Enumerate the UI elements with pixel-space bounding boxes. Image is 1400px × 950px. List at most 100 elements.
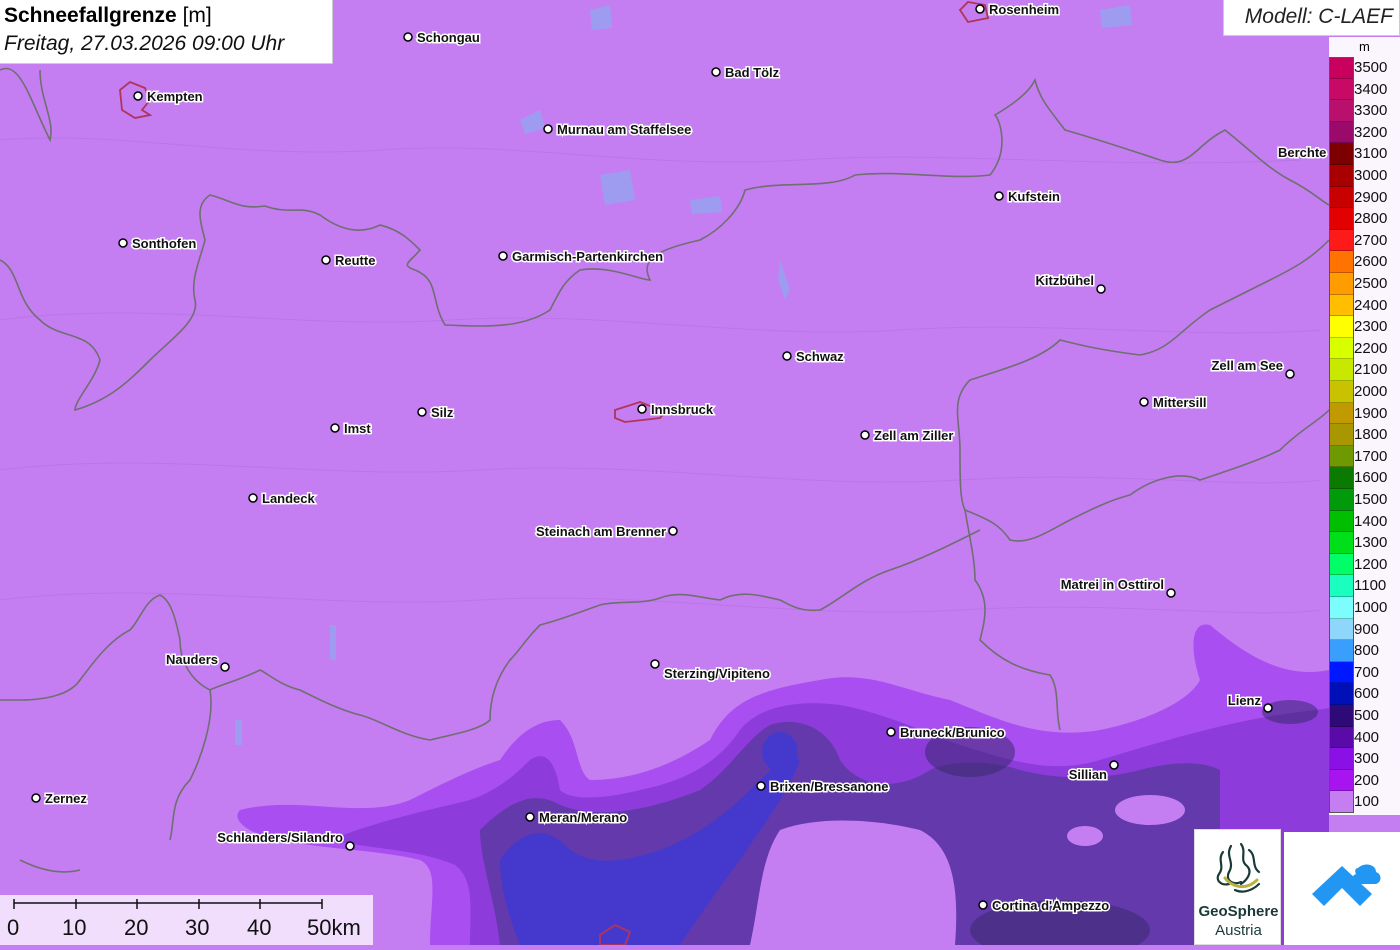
- city-cortina[interactable]: Cortina d'Ampezzo: [978, 897, 1111, 915]
- legend-swatch: [1329, 100, 1354, 122]
- geosphere-logo[interactable]: GeoSphere Austria: [1194, 829, 1281, 945]
- city-meran[interactable]: Meran/Merano: [525, 809, 629, 827]
- legend-label: 1800: [1354, 426, 1388, 444]
- legend-label: 2800: [1354, 210, 1388, 228]
- scale-label-0: 0: [7, 915, 20, 940]
- svg-text:Berchte: Berchte: [1278, 145, 1326, 160]
- svg-text:Lienz: Lienz: [1228, 693, 1262, 708]
- svg-text:Rosenheim: Rosenheim: [989, 2, 1059, 17]
- legend-label: 400: [1354, 728, 1380, 746]
- legend-label: 3100: [1354, 145, 1388, 163]
- legend-swatch: [1329, 748, 1354, 770]
- city-garmisch[interactable]: Garmisch-Partenkirchen: [498, 248, 665, 266]
- svg-text:Reutte: Reutte: [335, 253, 375, 268]
- legend-swatch: [1329, 683, 1354, 705]
- legend-label: 2700: [1354, 231, 1388, 249]
- legend-label: 2200: [1354, 339, 1388, 357]
- svg-text:Kempten: Kempten: [147, 89, 203, 104]
- scale-label-50km: 50km: [307, 915, 361, 940]
- legend-label: 300: [1354, 750, 1380, 768]
- model-panel: Modell: C-LAEF: [1223, 0, 1400, 36]
- legend-label: 1700: [1354, 447, 1388, 465]
- legend-label: 3300: [1354, 102, 1388, 120]
- app-logo[interactable]: [1284, 832, 1400, 945]
- legend-swatch: [1329, 618, 1354, 641]
- legend-swatch: [1329, 640, 1354, 662]
- city-murnau[interactable]: Murnau am Staffelsee: [543, 121, 693, 139]
- svg-text:Bruneck/Brunico: Bruneck/Brunico: [900, 725, 1005, 740]
- legend-label: 2500: [1354, 275, 1388, 292]
- svg-text:Garmisch-Partenkirchen: Garmisch-Partenkirchen: [512, 249, 663, 264]
- svg-text:Zernez: Zernez: [45, 791, 87, 806]
- legend-swatch: [1329, 273, 1354, 295]
- legend-label: 500: [1354, 707, 1380, 724]
- forecast-datetime: Freitag, 27.03.2026 09:00 Uhr: [4, 32, 285, 55]
- legend-swatch: [1329, 208, 1354, 230]
- svg-text:Imst: Imst: [344, 421, 371, 436]
- legend-swatch: [1329, 186, 1354, 209]
- legend-swatch: [1329, 143, 1354, 165]
- svg-text:Cortina d'Ampezzo: Cortina d'Ampezzo: [992, 898, 1109, 913]
- svg-text:Schongau: Schongau: [417, 30, 480, 45]
- legend-label: 2300: [1354, 318, 1388, 336]
- legend-swatch: [1329, 532, 1354, 554]
- svg-text:Sillian: Sillian: [1069, 767, 1107, 782]
- legend-swatch: [1329, 597, 1354, 619]
- svg-text:Murnau am Staffelsee: Murnau am Staffelsee: [557, 122, 691, 137]
- legend-swatch: [1329, 661, 1354, 684]
- city-bruneck[interactable]: Bruneck/Brunico: [886, 724, 1006, 742]
- scale-label-10: 10: [62, 915, 87, 940]
- title-unit: [m]: [182, 4, 212, 27]
- svg-text:Matrei in Osttirol: Matrei in Osttirol: [1061, 577, 1164, 592]
- city-zell-am-ziller[interactable]: Zell am Ziller: [860, 427, 955, 445]
- legend-swatch: [1329, 294, 1354, 317]
- legend-swatch: [1329, 229, 1354, 252]
- legend-label: 1600: [1354, 469, 1388, 487]
- legend-label: 2000: [1354, 383, 1388, 400]
- legend-swatch: [1329, 316, 1354, 338]
- legend-label: 3000: [1354, 167, 1388, 184]
- legend-label: 3400: [1354, 80, 1388, 98]
- svg-text:Schwaz: Schwaz: [796, 349, 844, 364]
- color-legend: m 3500 3400 3300 3200 3100 3000 2900 2800 2700 26…: [1329, 37, 1400, 815]
- svg-text:Mittersill: Mittersill: [1153, 395, 1206, 410]
- svg-text:Kitzbühel: Kitzbühel: [1036, 273, 1095, 288]
- geosphere-name: GeoSphere: [1198, 903, 1279, 920]
- svg-text:Sterzing/Vipiteno: Sterzing/Vipiteno: [664, 666, 770, 681]
- legend-swatch: [1329, 445, 1354, 468]
- svg-text:Silz: Silz: [431, 405, 454, 420]
- legend-swatch: [1329, 553, 1354, 576]
- legend-swatch: [1329, 402, 1354, 425]
- city-brixen[interactable]: Brixen/Bressanone: [756, 778, 890, 796]
- legend-label: 900: [1354, 620, 1380, 638]
- legend-swatch: [1329, 769, 1354, 792]
- legend-swatch: [1329, 575, 1354, 597]
- city-steinach[interactable]: Steinach am Brenner: [534, 523, 678, 541]
- legend-label: 800: [1354, 642, 1380, 660]
- legend-swatch: [1329, 424, 1354, 446]
- city-rosenheim[interactable]: Rosenheim: [975, 1, 1061, 19]
- legend-label: 1300: [1354, 534, 1388, 552]
- map-canvas[interactable]: Rosenheim Schongau Kempten Bad Tölz Murn…: [0, 0, 1400, 945]
- legend-label: 600: [1354, 685, 1380, 703]
- legend-swatch: [1329, 705, 1354, 727]
- svg-text:Kufstein: Kufstein: [1008, 189, 1060, 204]
- legend-label: 3200: [1354, 123, 1388, 141]
- legend-swatch: [1329, 359, 1354, 381]
- svg-text:Innsbruck: Innsbruck: [651, 402, 714, 417]
- map-title: Schneefallgrenze [m]: [4, 4, 212, 28]
- legend-label: 2400: [1354, 296, 1388, 314]
- legend-label: 1100: [1354, 577, 1387, 595]
- city-berchtesgaden[interactable]: Berchte: [1277, 144, 1328, 162]
- legend-swatch: [1329, 121, 1354, 144]
- legend-label: 100: [1354, 793, 1380, 811]
- legend-swatch: [1329, 791, 1354, 813]
- legend-label: 1000: [1354, 599, 1388, 616]
- legend-swatch: [1329, 57, 1354, 79]
- legend-label: 1500: [1354, 491, 1388, 508]
- legend-swatch: [1329, 726, 1354, 749]
- geosphere-country: Austria: [1215, 922, 1262, 939]
- legend-unit: m: [1359, 39, 1370, 54]
- svg-text:Steinach am Brenner: Steinach am Brenner: [536, 524, 666, 539]
- legend-label: 1900: [1354, 404, 1388, 422]
